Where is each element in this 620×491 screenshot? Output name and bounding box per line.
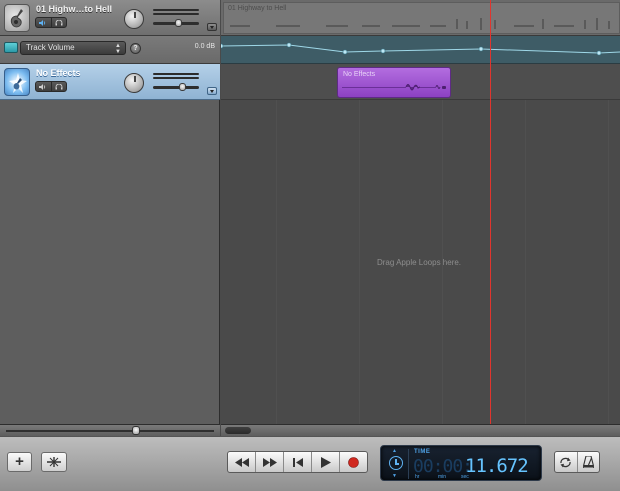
transport-controls <box>227 451 368 473</box>
region-label: 01 Highway to Hell <box>228 5 287 12</box>
zoom-bar <box>0 424 220 436</box>
zoom-slider[interactable] <box>6 430 214 432</box>
headphones-icon <box>55 19 63 25</box>
headphones-button[interactable] <box>50 18 67 27</box>
playhead[interactable] <box>490 0 491 424</box>
speaker-icon <box>39 19 46 26</box>
lcd-unit-sec: sec <box>461 474 469 480</box>
volume-slider-thumb[interactable] <box>179 83 186 91</box>
automation-parameter-label: Track Volume <box>26 43 75 52</box>
volume-slider-thumb[interactable] <box>175 19 182 27</box>
loop-browser-button[interactable] <box>41 452 67 472</box>
fast-forward-button[interactable] <box>255 452 283 472</box>
lcd-unit-min: min <box>438 474 447 480</box>
speaker-icon <box>39 83 46 90</box>
volume-slider[interactable] <box>153 83 199 91</box>
audio-region[interactable]: 01 Highway to Hell <box>223 2 620 34</box>
automation-curve[interactable] <box>221 36 620 64</box>
plus-icon: + <box>15 453 24 470</box>
track-header-1[interactable]: 01 Highw…to Hell <box>0 0 220 36</box>
lcd-unit-hr: hr <box>415 474 420 480</box>
track-buttons <box>35 81 67 92</box>
add-track-button[interactable]: + <box>7 452 32 472</box>
rewind-icon <box>234 457 249 467</box>
rewind-button[interactable] <box>228 452 255 472</box>
cycle-button[interactable] <box>555 452 577 472</box>
region-label: No Effects <box>343 71 376 78</box>
mute-button[interactable] <box>36 82 51 91</box>
lcd-display[interactable]: ▲ ▼ TIME 00:00: 11.672 hr min sec <box>380 445 542 481</box>
expand-automation-button[interactable] <box>207 23 217 31</box>
loop-browser-icon <box>47 457 61 467</box>
pan-knob[interactable] <box>124 73 144 93</box>
track-buttons <box>35 17 67 28</box>
record-icon <box>348 456 359 468</box>
fast-forward-icon <box>262 457 277 467</box>
zoom-slider-thumb[interactable] <box>132 426 140 435</box>
headphones-button[interactable] <box>50 82 67 91</box>
waveform-icon <box>342 84 446 91</box>
automation-toggle[interactable] <box>4 42 18 53</box>
star-burst-icon <box>4 68 30 96</box>
up-down-arrows-icon: ▲ ▼ <box>115 43 121 55</box>
clock-icon[interactable] <box>389 456 403 470</box>
chevron-down-icon[interactable]: ▼ <box>392 473 397 479</box>
pan-knob[interactable] <box>124 9 144 29</box>
play-button[interactable] <box>311 452 339 472</box>
automation-lane[interactable] <box>221 36 620 64</box>
chevron-up-icon[interactable]: ▲ <box>392 448 397 454</box>
go-to-start-icon <box>292 457 303 467</box>
automation-parameter-select[interactable]: Track Volume ▲ ▼ <box>20 41 126 55</box>
track-lane-1[interactable]: 01 Highway to Hell <box>221 0 620 36</box>
track-name[interactable]: 01 Highw…to Hell <box>36 4 112 14</box>
record-button[interactable] <box>339 452 367 472</box>
automation-level-label: 0.0 dB <box>194 43 215 50</box>
track-headers: 01 Highw…to Hell Track Volume ▲ ▼ ? 0.0 … <box>0 0 220 424</box>
timeline-area[interactable]: 01 Highway to Hell No Effects Drag Apple… <box>221 0 620 424</box>
play-icon <box>320 456 331 468</box>
volume-slider[interactable] <box>153 19 199 27</box>
mute-button[interactable] <box>36 18 51 27</box>
expand-automation-button[interactable] <box>207 87 217 95</box>
level-meter <box>153 9 199 17</box>
lcd-units: hr min sec <box>415 474 484 480</box>
drop-hint: Drag Apple Loops here. <box>376 258 462 267</box>
go-to-start-button[interactable] <box>283 452 311 472</box>
track-header-2[interactable]: No Effects <box>0 64 220 100</box>
headphones-icon <box>55 83 63 89</box>
waveform-icon <box>230 18 610 30</box>
guitar-icon <box>4 4 30 32</box>
midi-region[interactable]: No Effects <box>337 67 451 98</box>
timeline-scrollbar[interactable] <box>221 424 620 436</box>
level-meter <box>153 73 199 81</box>
lcd-divider <box>408 449 409 479</box>
metronome-button[interactable] <box>576 452 600 472</box>
help-button[interactable]: ? <box>130 43 141 54</box>
lcd-mode-label: TIME <box>414 449 431 455</box>
cycle-metronome-group <box>554 451 600 473</box>
control-bar: + ▲ ▼ TIME 00:00: 11.672 hr min sec <box>0 436 620 491</box>
scrollbar-thumb[interactable] <box>225 427 251 434</box>
track-name[interactable]: No Effects <box>36 68 81 78</box>
metronome-icon <box>582 456 594 468</box>
cycle-icon <box>560 457 571 467</box>
garageband-window: 01 Highw…to Hell Track Volume ▲ ▼ ? 0.0 … <box>0 0 620 491</box>
